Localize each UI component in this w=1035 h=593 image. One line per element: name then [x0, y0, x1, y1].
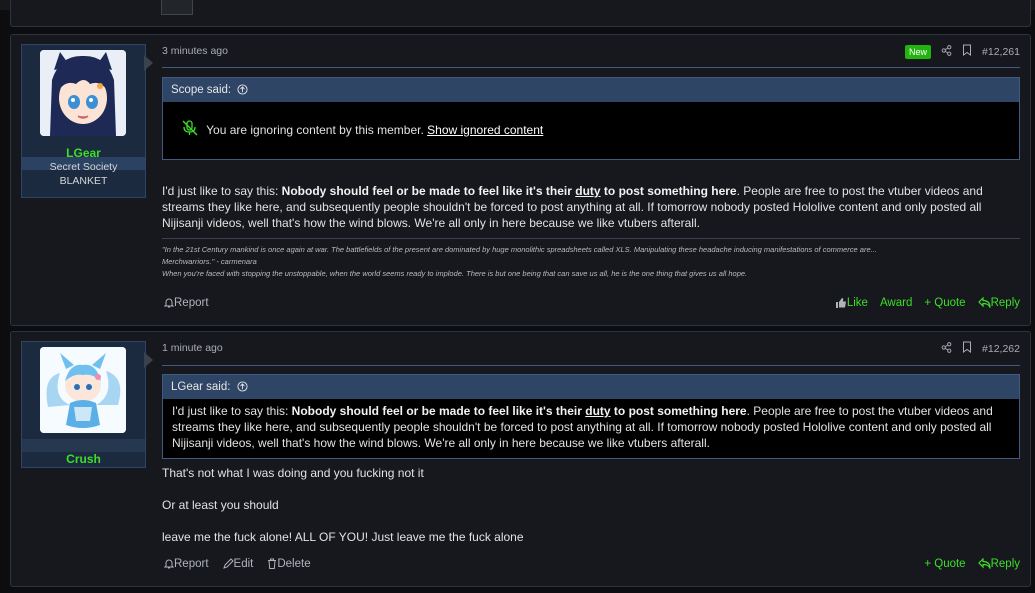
show-ignored-link[interactable]: Show ignored content [427, 123, 543, 137]
post-date[interactable]: 3 minutes ago [162, 45, 228, 57]
signature-divider [162, 238, 1020, 239]
user-arrow [144, 55, 153, 71]
user-title: Secret Society [49, 161, 118, 173]
username[interactable]: Crush [22, 452, 145, 466]
quote-button[interactable]: + Quote [924, 297, 965, 311]
avatar[interactable] [40, 50, 126, 136]
message-line: leave me the fuck alone! ALL OF YOU! Jus… [162, 530, 524, 544]
reply-label: Reply [990, 558, 1020, 570]
report-button[interactable]: Report [163, 297, 209, 311]
user-cell: LGear Secret Society BLANKET [21, 44, 146, 198]
avatar[interactable] [40, 347, 126, 433]
message-bold: Nobody should feel or be made to feel li… [282, 184, 737, 198]
user-arrow [144, 352, 153, 368]
quote-text: I'd just like to say this: [172, 404, 292, 418]
edit-label: Edit [233, 558, 254, 570]
report-button[interactable]: Report [163, 558, 209, 572]
reply-label: Reply [990, 297, 1020, 309]
quote-underlined: duty [585, 404, 611, 418]
bell-icon [163, 297, 175, 311]
post-number[interactable]: #12,262 [982, 343, 1020, 355]
award-button[interactable]: Award [880, 297, 912, 311]
muted-microphone-icon [181, 120, 199, 140]
share-icon[interactable] [941, 341, 952, 356]
trash-icon [267, 558, 277, 572]
post-message: That's not what I was doing and you fuck… [162, 465, 1020, 545]
message-text: I'd just like to say this: [162, 184, 282, 198]
message-bold-text-2: to post something here [600, 184, 737, 198]
previous-post-fragment [10, 0, 1031, 27]
post-number[interactable]: #12,261 [982, 46, 1020, 58]
user-banner-strip [22, 439, 145, 452]
quote-content: I'd just like to say this: Nobody should… [163, 399, 1019, 451]
signature-line: When you're faced with stopping the unst… [162, 269, 748, 278]
ignored-text: You are ignoring content by this member. [206, 123, 424, 137]
username[interactable]: LGear [22, 146, 145, 160]
post-header: 3 minutes ago New #12,261 [162, 43, 1020, 59]
attachment-thumbnail[interactable] [161, 0, 193, 15]
message-underlined: duty [575, 184, 601, 198]
pencil-icon [222, 558, 234, 572]
post-date[interactable]: 1 minute ago [162, 342, 223, 354]
message-bold-text: Nobody should feel or be made to feel li… [281, 184, 576, 198]
delete-button[interactable]: Delete [267, 558, 311, 572]
bookmark-icon[interactable] [962, 341, 972, 356]
bell-icon [163, 558, 175, 572]
quote-bold: Nobody should feel or be made to feel li… [292, 404, 747, 418]
bookmark-icon[interactable] [962, 44, 972, 59]
reply-icon [977, 296, 991, 311]
report-label: Report [174, 297, 209, 309]
reply-button[interactable]: Reply [977, 296, 1020, 311]
signature-line: Merchwarriors." - carmenara [162, 257, 257, 266]
quote-author: Scope said: [171, 84, 232, 96]
quote-block: Scope said: You are ignoring content by … [162, 77, 1020, 160]
message-line: That's not what I was doing and you fuck… [162, 466, 424, 480]
quote-bold-text-2: to post something here [610, 404, 747, 418]
quote-header[interactable]: LGear said: [163, 375, 1019, 399]
delete-label: Delete [277, 558, 311, 570]
header-divider [162, 67, 1020, 68]
expand-quote-icon[interactable] [237, 377, 248, 401]
message-line: Or at least you should [162, 498, 279, 512]
edit-button[interactable]: Edit [222, 558, 254, 572]
like-label: Like [846, 297, 868, 309]
reply-button[interactable]: Reply [977, 557, 1020, 572]
report-label: Report [174, 558, 209, 570]
post-12261: LGear Secret Society BLANKET 3 minutes a… [10, 34, 1031, 326]
quote-bold-text: Nobody should feel or be made to feel li… [291, 404, 586, 418]
quote-author: LGear said: [171, 381, 231, 393]
post-message: I'd just like to say this: Nobody should… [162, 183, 1020, 231]
ignored-content-notice: You are ignoring content by this member.… [163, 102, 1019, 140]
user-cell: Crush [21, 341, 146, 468]
header-divider [162, 365, 1020, 366]
quote-header[interactable]: Scope said: [163, 78, 1019, 102]
like-button[interactable]: Like [835, 297, 868, 311]
post-12262: Crush 1 minute ago #12,262 LGear said: I… [10, 331, 1031, 587]
user-banner: BLANKET [59, 175, 108, 187]
new-badge: New [905, 44, 932, 59]
signature: "In the 21st Century mankind is once aga… [162, 244, 1020, 280]
thumbs-up-icon [835, 297, 847, 311]
quote-block: LGear said: I'd just like to say this: N… [162, 374, 1020, 459]
signature-line: "In the 21st Century mankind is once aga… [162, 245, 877, 254]
post-header: 1 minute ago #12,262 [162, 340, 1020, 356]
reply-icon [977, 557, 991, 572]
expand-quote-icon[interactable] [237, 80, 248, 104]
quote-button[interactable]: + Quote [924, 558, 965, 572]
share-icon[interactable] [941, 44, 952, 59]
